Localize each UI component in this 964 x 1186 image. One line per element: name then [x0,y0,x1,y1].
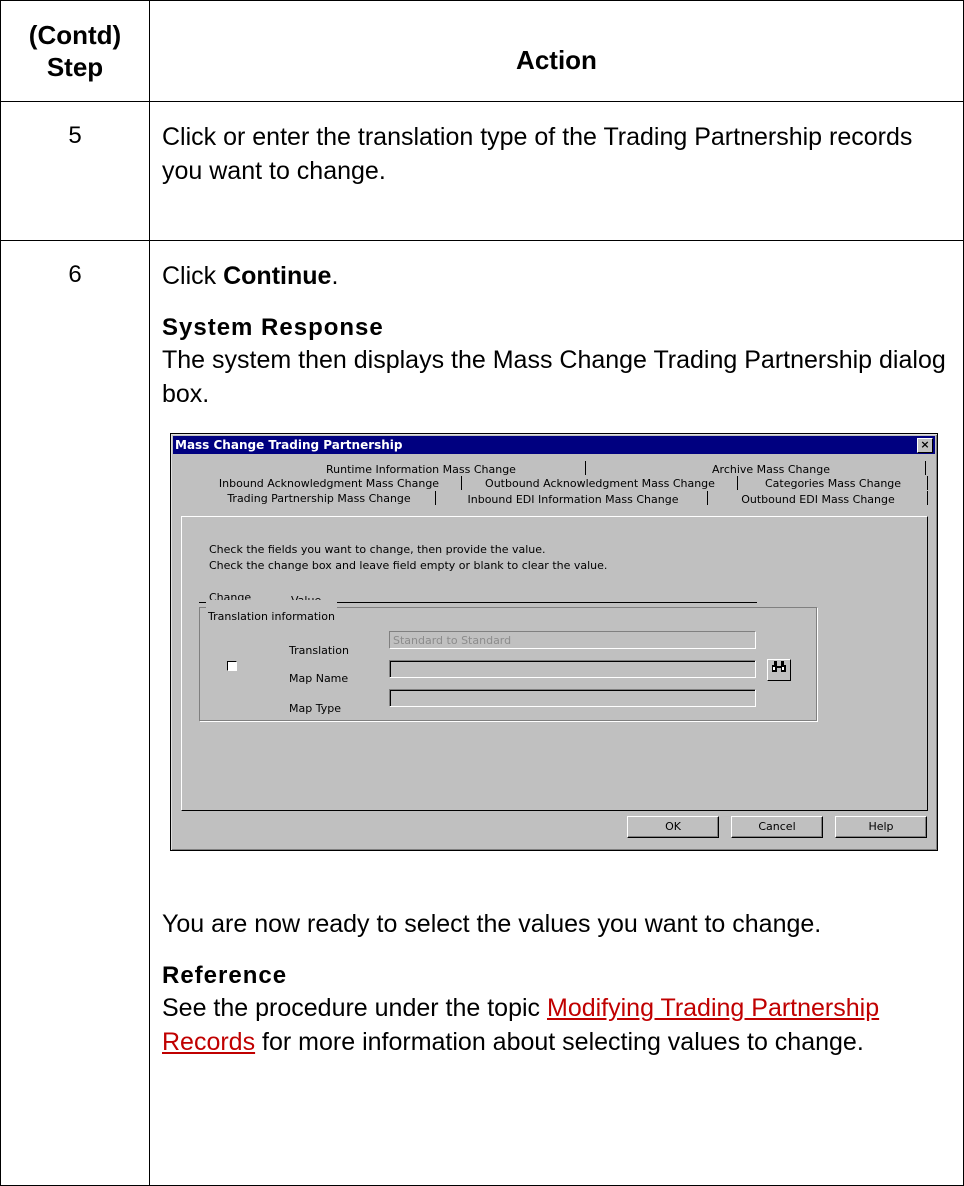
step-5-action: Click or enter the translation type of t… [149,101,964,241]
tab-categories[interactable]: Categories Mass Change [741,476,925,491]
reference-heading: Reference [162,962,288,989]
tab-divider [927,476,928,490]
tab-archive[interactable]: Archive Mass Change [621,462,921,477]
cancel-button[interactable]: Cancel [731,816,823,838]
binoculars-icon-glyph [772,661,786,672]
step-5-text: Click or enter the translation type of t… [162,123,913,185]
tab-trading-partnership[interactable]: Trading Partnership Mass Change [201,491,437,506]
ok-button[interactable]: OK [627,816,719,838]
tab-runtime-information[interactable]: Runtime Information Mass Change [211,462,631,477]
map-name-field[interactable] [389,660,756,678]
procedure-table: (Contd) Step Action 5 Click or enter the… [0,0,964,1186]
tab-inbound-acknowledgment[interactable]: Inbound Acknowledgment Mass Change [199,476,459,491]
tab-divider [927,491,928,505]
tab-divider [737,476,738,490]
system-response-text: The system then displays the Mass Change… [162,346,946,408]
action-header-label: Action [516,44,597,75]
tab-divider [435,491,436,505]
group-title: Translation information [206,600,337,634]
step-6-action: Click Continue. System Response The syst… [149,240,964,1186]
tab-outbound-acknowledgment[interactable]: Outbound Acknowledgment Mass Change [465,476,735,491]
step-header-line1: (Contd) [28,20,122,50]
map-type-label: Map Type [289,702,341,715]
help-button[interactable]: Help [835,816,927,838]
tab-divider [925,461,926,475]
after-dialog-text: You are now ready to select the values y… [162,910,822,938]
tab-divider [707,491,708,505]
step-6-pre: Click [162,262,224,290]
step-number-6: 6 [0,240,150,1186]
value-underline [289,602,757,603]
tab-divider [585,461,586,475]
map-type-field[interactable] [389,689,756,707]
tab-divider [461,476,462,490]
continue-keyword: Continue [223,262,332,290]
map-name-label: Map Name [289,672,349,685]
dialog-titlebar: Mass Change Trading Partnership × [173,436,935,454]
system-response-heading: System Response [162,314,384,341]
step-number-5: 5 [0,101,150,241]
map-name-change-checkbox[interactable] [227,661,237,671]
tab-outbound-edi[interactable]: Outbound EDI Mass Change [711,492,925,507]
tab-inbound-edi-information[interactable]: Inbound EDI Information Mass Change [439,492,707,507]
step-6-post: . [331,262,339,290]
mass-change-dialog: Mass Change Trading Partnership × Runtim… [170,433,938,851]
action-column-header: Action [149,0,964,102]
step-column-header: (Contd) Step [0,0,150,102]
reference-post: for more information about selecting val… [255,1028,864,1056]
instruction-line-2: Check the change box and leave field emp… [209,559,608,572]
binoculars-icon[interactable] [767,659,791,681]
dialog-title: Mass Change Trading Partnership [175,438,403,452]
close-icon[interactable]: × [917,438,933,453]
reference-text: See the procedure under the topic Modify… [162,991,953,1059]
step-6-instruction: Click Continue. [162,259,953,293]
step-header-line2: Step [46,52,104,82]
translation-field: Standard to Standard [389,631,756,649]
reference-pre: See the procedure under the topic [162,994,547,1022]
